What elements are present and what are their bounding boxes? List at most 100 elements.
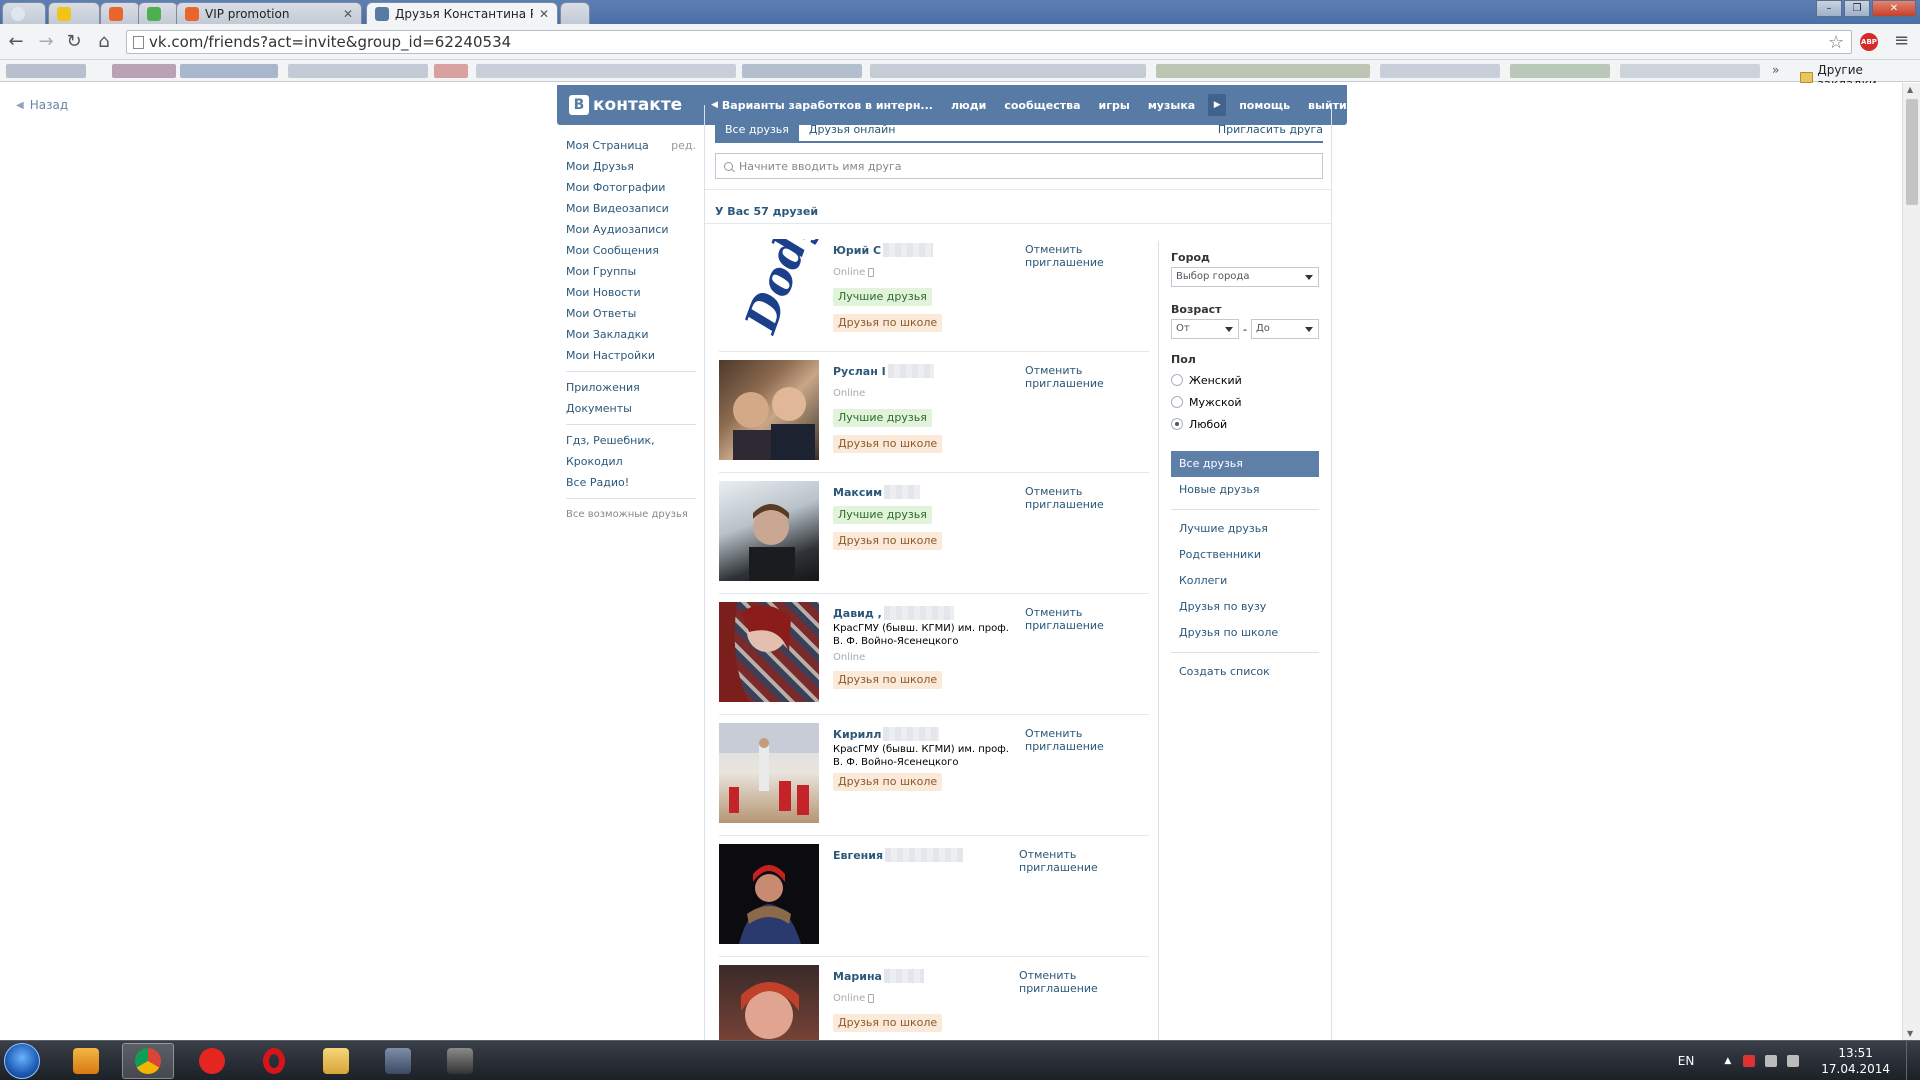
game-taskbar-icon[interactable] [372,1043,424,1079]
list-colleagues[interactable]: Коллеги [1171,568,1319,594]
avatar[interactable] [719,723,819,823]
reload-icon[interactable]: ↻ [64,32,84,52]
sex-radio-female[interactable]: Женский [1171,369,1319,391]
bookmark-item[interactable] [180,64,278,78]
list-school-friends[interactable]: Друзья по школе [1171,620,1319,646]
bookmark-item[interactable] [742,64,862,78]
friend-name[interactable]: Руслан I [833,364,934,378]
scrollbar-thumb[interactable] [1906,99,1918,205]
cancel-invite-link[interactable]: Отменить приглашение [1025,606,1105,632]
back-link[interactable]: ◀ Назад [16,98,68,112]
forward-arrow-icon[interactable]: → [36,32,56,52]
bookmarks-overflow-icon[interactable]: » [1772,63,1779,77]
nav-app-krokodil[interactable]: Крокодил [566,451,696,472]
nav-groups[interactable]: Мои Группы [566,261,696,282]
chrome-taskbar-icon[interactable] [122,1043,174,1079]
cancel-invite-link[interactable]: Отменить приглашение [1025,364,1105,390]
tab-all-friends[interactable]: Все друзья [715,119,799,141]
avatar[interactable] [719,844,819,944]
invite-friend-link[interactable]: Пригласить друга [1218,119,1323,141]
window-close-icon[interactable]: ✕ [1872,0,1916,17]
nav-possible-friends[interactable]: Все возможные друзья [566,504,696,525]
list-new-friends[interactable]: Новые друзья [1171,477,1319,503]
list-tag[interactable]: Друзья по школе [833,532,943,550]
nav-messages[interactable]: Мои Сообщения [566,240,696,261]
friend-name[interactable]: Юрий С [833,243,934,257]
browser-tab-4[interactable] [138,2,178,24]
cancel-invite-link[interactable]: Отменить приглашение [1025,485,1105,511]
home-icon[interactable]: ⌂ [94,32,114,52]
friend-name[interactable]: Евгения [833,848,964,862]
avatar[interactable]: Dodg [719,239,819,339]
list-tag[interactable]: Лучшие друзья [833,409,932,427]
nav-my-page[interactable]: Моя Страница ред. [566,135,696,156]
avatar[interactable] [719,360,819,460]
list-tag[interactable]: Друзья по школе [833,435,943,453]
close-icon[interactable]: ✕ [343,7,353,21]
nav-videos[interactable]: Мои Видеозаписи [566,198,696,219]
bookmark-item[interactable] [112,64,176,78]
list-tag[interactable]: Друзья по школе [833,314,943,332]
nav-photos[interactable]: Мои Фотографии [566,177,696,198]
close-icon[interactable]: ✕ [539,7,549,21]
media-player-taskbar-icon[interactable] [60,1043,112,1079]
action-center-icon[interactable] [1743,1055,1756,1067]
list-best-friends[interactable]: Лучшие друзья [1171,516,1319,542]
start-button[interactable] [4,1043,40,1079]
bookmark-item[interactable] [1620,64,1760,78]
clock[interactable]: 13:51 17.04.2014 [1821,1045,1890,1077]
edit-link[interactable]: ред. [671,135,696,156]
nav-app-gdz[interactable]: Гдз, Решебник, [566,430,696,451]
nav-settings[interactable]: Мои Настройки [566,345,696,366]
nav-answers[interactable]: Мои Ответы [566,303,696,324]
avatar[interactable] [719,965,819,1040]
nav-documents[interactable]: Документы [566,398,696,419]
scroll-down-icon[interactable]: ▼ [1907,1029,1913,1038]
wot-taskbar-icon[interactable] [434,1043,486,1079]
bookmark-item[interactable] [870,64,1146,78]
age-to-select[interactable]: До [1250,319,1319,339]
list-relatives[interactable]: Родственники [1171,542,1319,568]
nav-apps[interactable]: Приложения [566,377,696,398]
list-tag[interactable]: Лучшие друзья [833,506,932,524]
browser-tab-2[interactable] [48,2,100,24]
create-list-link[interactable]: Создать список [1171,659,1319,685]
avatar[interactable] [719,481,819,581]
vk-logo[interactable]: В контакте [569,95,682,115]
nav-audio[interactable]: Мои Аудиозаписи [566,219,696,240]
tray-expand-icon[interactable]: ▲ [1724,1056,1731,1066]
sex-radio-male[interactable]: Мужской [1171,391,1319,413]
bookmark-item[interactable] [1510,64,1610,78]
age-from-select[interactable]: От [1171,319,1239,339]
bookmark-star-icon[interactable]: ☆ [1828,32,1844,53]
page-scrollbar[interactable]: ▲ ▼ [1902,83,1920,1040]
back-arrow-icon[interactable]: ← [6,32,26,52]
friend-name[interactable]: Максим [833,485,921,499]
cancel-invite-link[interactable]: Отменить приглашение [1025,727,1105,753]
browser-tab-vk[interactable]: Друзья Константина Руд ✕ [366,2,558,24]
opera-taskbar-icon[interactable] [248,1043,300,1079]
friend-name[interactable]: Кирилл [833,727,940,741]
list-tag[interactable]: Друзья по школе [833,773,943,791]
nav-app-radio[interactable]: Все Радио! [566,472,696,493]
restore-icon[interactable]: ❐ [1844,0,1870,17]
minimize-icon[interactable]: – [1816,0,1842,17]
friend-search-input[interactable]: Начните вводить имя друга [715,153,1323,179]
list-tag[interactable]: Друзья по школе [833,1014,943,1032]
volume-icon[interactable] [1787,1055,1800,1067]
list-tag[interactable]: Друзья по школе [833,671,943,689]
tab-friends-online[interactable]: Друзья онлайн [799,119,906,141]
browser-tab-vip[interactable]: VIP promotion ✕ [176,2,362,24]
show-desktop-button[interactable] [1906,1041,1920,1080]
chrome-menu-icon[interactable]: ≡ [1894,30,1909,51]
bookmark-item[interactable] [1156,64,1370,78]
explorer-taskbar-icon[interactable] [310,1043,362,1079]
network-icon[interactable] [1765,1055,1778,1067]
yandex-taskbar-icon[interactable] [186,1043,238,1079]
bookmark-item[interactable] [288,64,428,78]
list-university-friends[interactable]: Друзья по вузу [1171,594,1319,620]
new-tab-button[interactable] [560,2,590,24]
bookmark-item[interactable] [476,64,736,78]
language-indicator[interactable]: EN [1678,1054,1695,1068]
adblock-icon[interactable]: ABP [1860,33,1878,51]
